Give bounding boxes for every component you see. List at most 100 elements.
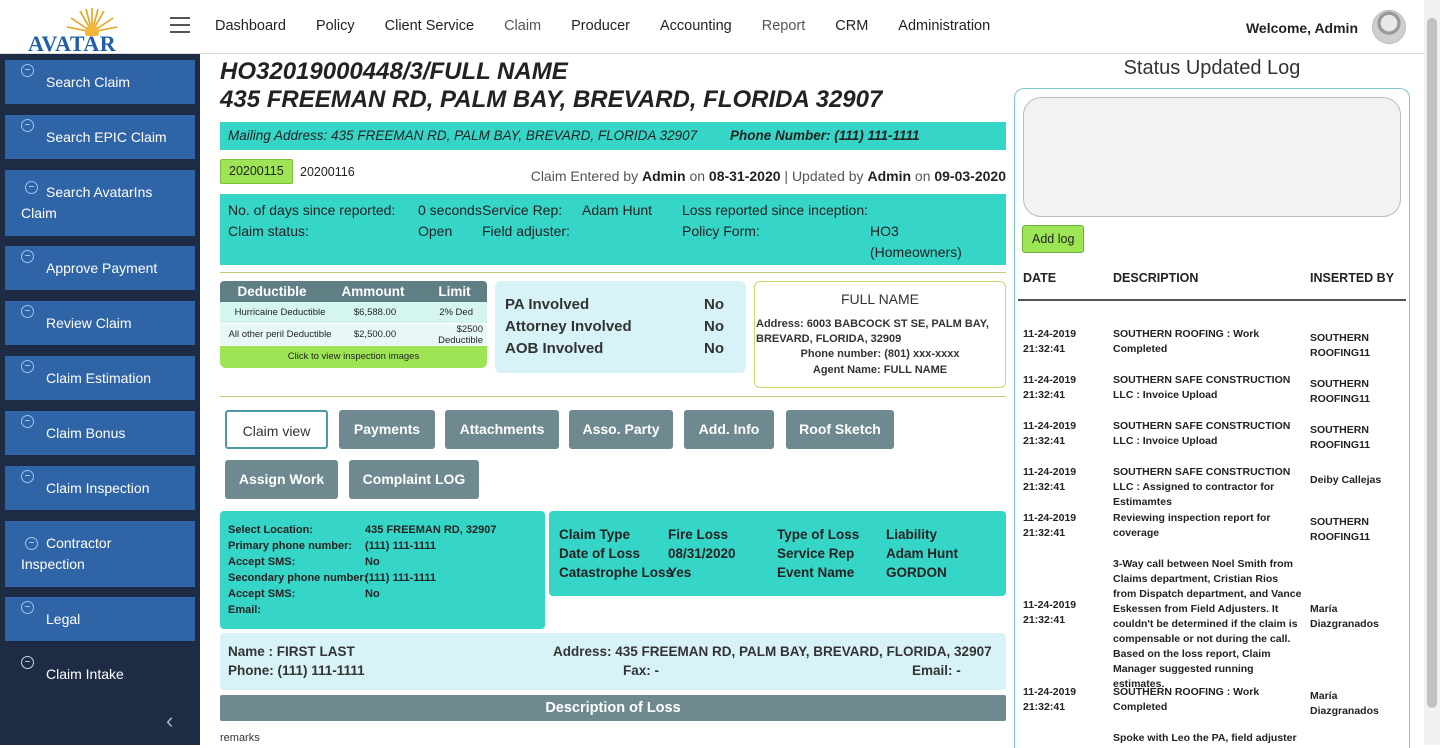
add-log-button[interactable]: Add log: [1022, 225, 1085, 253]
secondary-phone-label: Secondary phone number:: [228, 572, 368, 584]
involvement-box: PA Involved No Attorney Involved No AOB …: [495, 281, 746, 373]
view-inspection-images-button[interactable]: Click to view inspection images: [220, 346, 487, 368]
nav-accounting[interactable]: Accounting: [660, 18, 732, 34]
sidebar-item-search-avatarins-claim[interactable]: Search AvatarIns Claim: [5, 170, 195, 236]
sidebar-item-search-claim[interactable]: Search Claim: [5, 60, 195, 104]
mailing-address: Mailing Address: 435 FREEMAN RD, PALM BA…: [228, 128, 698, 143]
sidebar-item-claim-bonus[interactable]: Claim Bonus: [5, 411, 195, 455]
tab-add-info[interactable]: Add. Info: [684, 410, 774, 449]
sidebar-item-contractor-inspection[interactable]: Contractor Inspection: [5, 521, 195, 587]
sidebar-item-claim-estimation[interactable]: Claim Estimation: [5, 356, 195, 400]
mailing-bar: Mailing Address: 435 FREEMAN RD, PALM BA…: [220, 122, 1006, 150]
tab-asso-party[interactable]: Asso. Party: [569, 410, 673, 449]
circle-arrow-icon: [21, 360, 34, 373]
log-description: 3-Way call between Noel Smith from Claim…: [1113, 558, 1302, 690]
sidebar-item-label: Legal: [46, 610, 81, 627]
cell: $2500 Deductible: [438, 323, 483, 346]
log-textarea[interactable]: [1023, 97, 1401, 217]
insured-box: Name : FIRST LAST Phone: (111) 111-1111 …: [220, 633, 1006, 690]
aob-label: AOB Involved: [505, 340, 604, 357]
menu-toggle-icon[interactable]: [170, 17, 190, 35]
event-name-value: GORDON: [886, 565, 947, 580]
page-scrollbar[interactable]: [1424, 0, 1440, 745]
event-name-label: Event Name: [777, 565, 855, 580]
attorney-value: No: [704, 318, 724, 335]
tab-attachments[interactable]: Attachments: [445, 410, 559, 449]
log-description: Reviewing inspection report for coverage: [1113, 512, 1271, 539]
scrollbar-thumb[interactable]: [1427, 18, 1437, 708]
updated-label: | Updated by: [784, 168, 864, 184]
tab-payments[interactable]: Payments: [339, 410, 435, 449]
rep-label: Service Rep:: [482, 202, 563, 218]
log-inserted-by: Deiby Callejas: [1310, 474, 1382, 486]
avatar-logo[interactable]: AVATAR: [22, 6, 134, 56]
accept-sms-label: Accept SMS:: [228, 556, 296, 568]
service-rep-value: Adam Hunt: [886, 546, 958, 561]
sidebar-item-search-epic-claim[interactable]: Search EPIC Claim: [5, 115, 195, 159]
form-label: Policy Form:: [682, 223, 760, 239]
tab-complaint-log[interactable]: Complaint LOG: [349, 460, 479, 499]
sidebar-item-label: Search Claim: [46, 73, 131, 90]
sidebar: Search Claim Search EPIC Claim Search Av…: [0, 54, 200, 745]
claim-id-other[interactable]: 20200116: [300, 165, 355, 179]
nav-client-service[interactable]: Client Service: [385, 18, 474, 34]
log-inserted-by: SOUTHERN ROOFING11: [1310, 424, 1371, 451]
agent-card-address: Address: 6003 BABCOCK ST SE, PALM BAY, B…: [756, 318, 989, 345]
type-of-loss-label: Type of Loss: [777, 527, 860, 542]
circle-arrow-icon: [21, 470, 34, 483]
sidebar-item-label: Search AvatarIns Claim: [21, 184, 153, 221]
log-description: SOUTHERN SAFE CONSTRUCTION LLC : Invoice…: [1113, 374, 1291, 401]
col-limit: Limit: [438, 284, 471, 299]
cell: Hurricaine Deductible: [234, 307, 326, 318]
tab-assign-work[interactable]: Assign Work: [225, 460, 338, 499]
nav-producer[interactable]: Producer: [571, 18, 630, 34]
collapse-sidebar-icon[interactable]: ‹: [166, 708, 173, 734]
log-date: 11-24-2019 21:32:41: [1023, 686, 1077, 713]
cell: All other peril Deductible: [228, 329, 332, 340]
claim-type-box: Claim Type Fire Loss Date of Loss 08/31/…: [549, 511, 1006, 596]
log-date: 11-24-2019 21:32:41: [1023, 599, 1077, 626]
nav-claim[interactable]: Claim: [504, 18, 541, 34]
sidebar-item-label: Approve Payment: [46, 259, 158, 276]
pa-label: PA Involved: [505, 296, 590, 313]
sidebar-item-approve-payment[interactable]: Approve Payment: [5, 246, 195, 290]
circle-arrow-icon: [25, 537, 38, 550]
claim-id-active[interactable]: 20200115: [220, 159, 293, 184]
circle-arrow-icon: [21, 119, 34, 132]
cell: $2,500.00: [353, 329, 397, 340]
secondary-phone-value: (111) 111-1111: [365, 572, 436, 584]
updated-by: Admin: [867, 168, 912, 184]
date-of-loss-value: 08/31/2020: [668, 546, 736, 561]
sidebar-item-claim-inspection[interactable]: Claim Inspection: [5, 466, 195, 510]
tab-claim-view[interactable]: Claim view: [225, 410, 328, 449]
log-inserted-by: SOUTHERN ROOFING11: [1310, 516, 1371, 543]
updated-date: 09-03-2020: [934, 168, 1006, 184]
on-label: on: [914, 168, 931, 184]
sidebar-item-label: Contractor Inspection: [21, 535, 112, 572]
nav-administration[interactable]: Administration: [898, 18, 990, 34]
insured-name: Name : FIRST LAST: [228, 644, 355, 659]
location-value[interactable]: 435 FREEMAN RD, 32907: [365, 524, 496, 536]
header-divider: [1018, 299, 1406, 301]
aob-value: No: [704, 340, 724, 357]
col-deductible: Deductible: [237, 284, 307, 299]
nav-crm[interactable]: CRM: [835, 18, 868, 34]
log-inserted-by: María Diazgranados: [1310, 603, 1379, 630]
insured-fax: Fax: -: [623, 663, 660, 678]
sidebar-item-review-claim[interactable]: Review Claim: [5, 301, 195, 345]
sidebar-item-claim-intake[interactable]: Claim Intake: [5, 652, 195, 696]
tab-roof-sketch[interactable]: Roof Sketch: [786, 410, 894, 449]
nav-policy[interactable]: Policy: [316, 18, 355, 34]
insured-phone: Phone: (111) 111-1111: [228, 663, 365, 678]
agent-card-phone: Phone number: (801) xxx-xxxx: [800, 348, 960, 360]
nav-dashboard[interactable]: Dashboard: [215, 18, 286, 34]
catastrophe-label: Catastrophe Loss: [559, 565, 674, 580]
nav-report[interactable]: Report: [762, 18, 806, 34]
log-description: SOUTHERN SAFE CONSTRUCTION LLC : Invoice…: [1113, 420, 1291, 447]
claim-info-box: No. of days since reported: 0 seconds Cl…: [220, 194, 1006, 265]
user-avatar[interactable]: [1372, 10, 1406, 44]
main-nav: Dashboard Policy Client Service Claim Pr…: [215, 18, 1020, 34]
agent-card-agent: Agent Name: FULL NAME: [812, 364, 948, 376]
sidebar-item-legal[interactable]: Legal: [5, 597, 195, 641]
sidebar-item-label: Search EPIC Claim: [46, 128, 167, 145]
